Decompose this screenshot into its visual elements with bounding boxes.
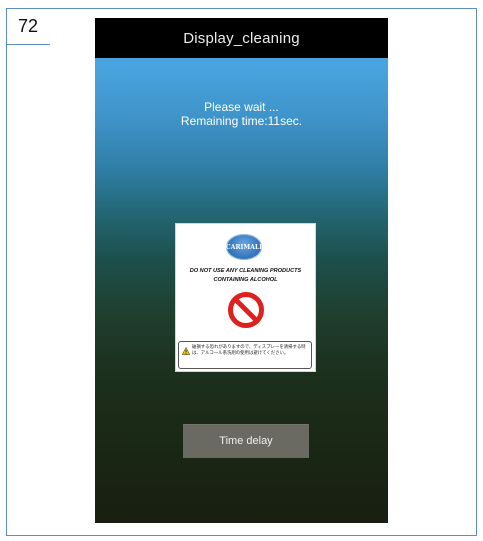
page-number-divider bbox=[6, 44, 50, 45]
prohibition-icon bbox=[228, 292, 264, 328]
wait-message-line: Please wait ... bbox=[204, 100, 279, 114]
screen-title-bar: Display_cleaning bbox=[95, 18, 388, 58]
warning-triangle-icon bbox=[182, 347, 190, 355]
warning-text-line-1: DO NOT USE ANY CLEANING PRODUCTS bbox=[189, 268, 302, 274]
remaining-time-text: Remaining time:11sec. bbox=[180, 114, 303, 128]
time-delay-button[interactable]: Time delay bbox=[183, 424, 309, 458]
japanese-warning-text: 破損する恐れがありますので、ディスプレーを清掃する時は、アルコール系洗剤の使用は… bbox=[192, 345, 306, 356]
brand-logo-text: CARIMALI bbox=[225, 243, 263, 251]
screen-title: Display_cleaning bbox=[183, 29, 300, 47]
device-screen: Display_cleaning Please wait ... Remaini… bbox=[95, 18, 388, 523]
wait-message: Please wait ... Remaining time:11sec. bbox=[95, 100, 388, 128]
carimali-logo: CARIMALI bbox=[226, 234, 262, 260]
warning-text-line-2: CONTAINING ALCOHOL bbox=[213, 277, 278, 283]
cleaning-warning-notice: CARIMALI DO NOT USE ANY CLEANING PRODUCT… bbox=[175, 223, 316, 372]
page-number: 72 bbox=[17, 15, 39, 36]
manual-page: 72 Display_cleaning Please wait ... Rema… bbox=[0, 0, 483, 541]
japanese-warning-box: 破損する恐れがありますので、ディスプレーを清掃する時は、アルコール系洗剤の使用は… bbox=[178, 341, 312, 369]
